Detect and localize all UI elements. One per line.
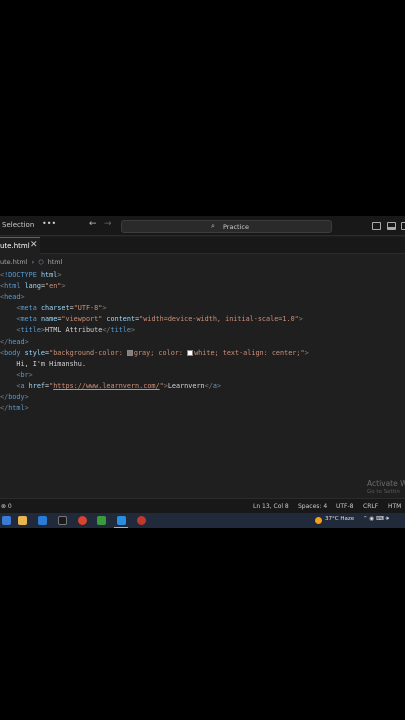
toggle-sidebar-icon[interactable] (372, 222, 381, 230)
start-icon[interactable] (2, 516, 11, 525)
code-line: <meta charset="UTF-8"> (16, 304, 107, 313)
activate-windows-hint: Go to Settin (367, 489, 400, 495)
tab-active-file[interactable]: ute.html ✕ (0, 237, 40, 254)
cursor-position[interactable]: Ln 13, Col 8 (253, 503, 289, 510)
file-explorer-icon[interactable] (18, 516, 27, 525)
breadcrumb: ute.html › ⬡ html (0, 258, 64, 268)
indentation[interactable]: Spaces: 4 (298, 503, 327, 510)
title-bar: Selection ••• ← → ⌕ Practice (0, 216, 405, 236)
windows-taskbar: 37°C Haze ⌃ ◉ ⌨ 🕪 (0, 513, 405, 528)
breadcrumb-node[interactable]: html (48, 258, 63, 266)
menu-selection[interactable]: Selection (2, 221, 34, 229)
search-icon: ⌕ (211, 222, 215, 230)
code-line: <!DOCTYPE html> (0, 271, 62, 279)
vscode-window: Selection ••• ← → ⌕ Practice ute.html ✕ … (0, 216, 405, 528)
toggle-panel-icon[interactable] (387, 222, 396, 230)
code-editor[interactable]: <!DOCTYPE html> <html lang="en"> <head> … (0, 270, 405, 414)
more-menu-icon[interactable]: ••• (42, 219, 56, 228)
encoding[interactable]: UTF-8 (336, 503, 354, 510)
tab-label: ute.html (0, 242, 30, 250)
code-line: <body style="background-color: gray; col… (0, 348, 309, 357)
terminal-icon[interactable] (58, 516, 67, 525)
code-line: <a href="https://www.learnvern.com/">Lea… (16, 381, 222, 390)
back-arrow-icon[interactable]: ← (89, 219, 97, 229)
code-line: <meta name="viewport" content="width=dev… (16, 315, 303, 324)
html-element-icon: ⬡ (38, 259, 44, 266)
command-center-search[interactable]: ⌕ Practice (121, 220, 332, 233)
store-icon[interactable] (38, 516, 47, 525)
weather-icon (315, 517, 322, 524)
code-line: <html lang="en"> (0, 282, 66, 291)
breadcrumb-separator: › (31, 258, 35, 266)
code-line: </head> (0, 337, 29, 346)
forward-arrow-icon[interactable]: → (104, 219, 112, 229)
code-line: </body> (0, 393, 29, 402)
chrome-icon[interactable] (78, 516, 87, 525)
status-bar: ⊗ 0 Ln 13, Col 8 Spaces: 4 UTF-8 CRLF HT… (0, 498, 405, 513)
language-mode[interactable]: HTM (388, 503, 401, 510)
code-line: </html> (0, 404, 29, 413)
vscode-icon[interactable] (117, 516, 126, 525)
problems-indicator[interactable]: ⊗ 0 (1, 503, 12, 510)
system-tray[interactable]: ⌃ ◉ ⌨ 🕪 (363, 516, 389, 523)
breadcrumb-file[interactable]: ute.html (0, 258, 28, 266)
active-app-indicator (114, 527, 128, 528)
app-icon[interactable] (97, 516, 106, 525)
activate-windows-watermark: Activate W (367, 479, 405, 488)
close-icon[interactable]: ✕ (30, 240, 38, 250)
code-line: <title>HTML Attribute</title> (16, 326, 136, 335)
opera-icon[interactable] (137, 516, 146, 525)
toggle-secondary-sidebar-icon[interactable] (401, 222, 405, 230)
weather-text[interactable]: 37°C Haze (325, 516, 354, 522)
editor-tab-bar: ute.html ✕ (0, 237, 405, 254)
code-line: <head> (0, 293, 25, 302)
line-ending[interactable]: CRLF (363, 503, 378, 510)
code-line: Hi, I'm Himanshu. (16, 359, 86, 368)
code-line: <br> (16, 370, 33, 379)
command-center-text: Practice (223, 223, 249, 231)
